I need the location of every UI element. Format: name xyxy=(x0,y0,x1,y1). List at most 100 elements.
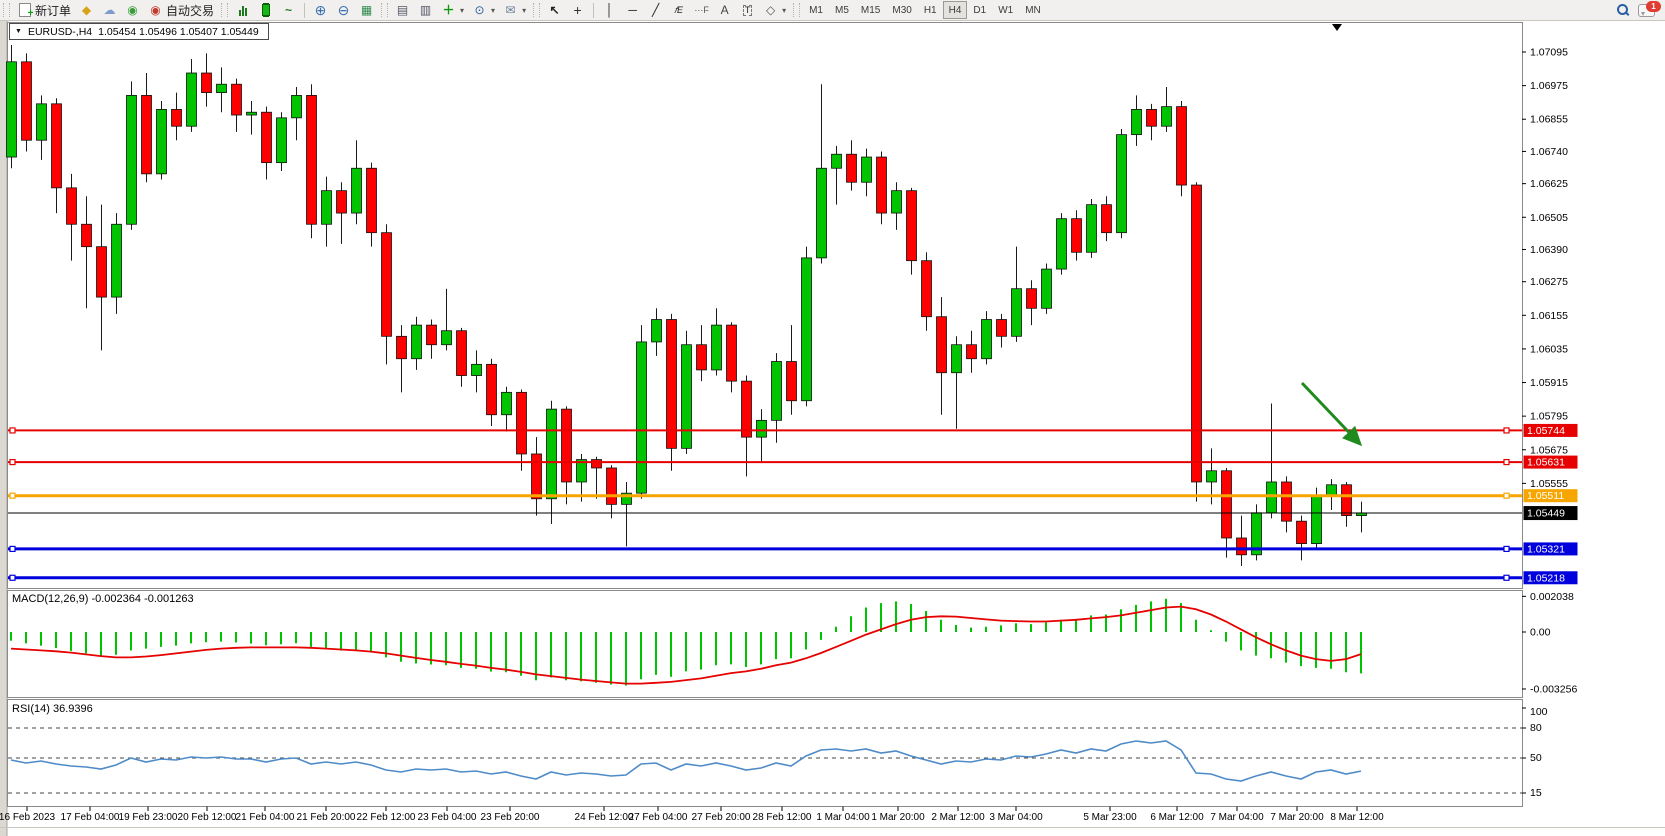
timeframe-label: M1 xyxy=(809,5,823,16)
fibonacci-tool-button[interactable]: ⋯F xyxy=(690,0,713,20)
equidistant-channel-button[interactable]: 𝑓E xyxy=(667,0,690,20)
macd-tick-label: -0.003256 xyxy=(1530,683,1577,695)
tab-timeframe-h4[interactable]: H4 xyxy=(943,1,968,19)
timeframe-label: MN xyxy=(1025,5,1041,16)
bar-chart-mode-button[interactable] xyxy=(231,0,254,20)
template-button[interactable]: ✉ ▾ xyxy=(499,0,530,20)
tile-windows-button[interactable]: ▦ xyxy=(355,0,378,20)
new-order-icon: + xyxy=(17,3,32,18)
time-tick-label: 21 Feb 20:00 xyxy=(297,812,356,823)
price-tick-label: 1.06975 xyxy=(1530,80,1568,92)
bar-chart-icon xyxy=(235,5,250,16)
chart-shift-button[interactable]: ▥ xyxy=(414,0,437,20)
period-button[interactable]: ⊙ ▾ xyxy=(468,0,499,20)
new-order-label: 新订单 xyxy=(35,2,71,19)
auto-scroll-icon: ▤ xyxy=(395,3,410,18)
auto-trading-button[interactable]: ◉ 自动交易 xyxy=(144,0,218,20)
trendline-icon: ╱ xyxy=(648,3,663,18)
crosshair-tool-button[interactable]: + xyxy=(566,0,589,20)
time-tick-label: 27 Feb 04:00 xyxy=(629,812,688,823)
rsi-tick-label: 80 xyxy=(1530,722,1542,734)
tab-timeframe-mn[interactable]: MN xyxy=(1019,1,1047,19)
price-badge-label: 1.05218 xyxy=(1527,572,1565,584)
signals-button[interactable]: ◉ xyxy=(121,0,144,20)
line-handle xyxy=(1504,460,1509,465)
horizontal-line-icon: ─ xyxy=(625,3,640,18)
candle-chart-mode-button[interactable] xyxy=(254,0,277,20)
add-indicator-icon: ＋ xyxy=(441,3,456,18)
line-handle xyxy=(1504,428,1509,433)
toolbar-grip[interactable] xyxy=(221,3,228,17)
timeframe-label: H1 xyxy=(924,5,937,16)
time-tick-label: 6 Mar 12:00 xyxy=(1150,812,1204,823)
price-tick-label: 1.05795 xyxy=(1530,411,1568,423)
auto-scroll-button[interactable]: ▤ xyxy=(391,0,414,20)
template-icon: ✉ xyxy=(503,3,518,18)
price-tick-label: 1.06740 xyxy=(1530,146,1568,158)
chart-title-box[interactable]: ▼ EURUSD-,H4 1.05454 1.05496 1.05407 1.0… xyxy=(9,23,269,40)
vertical-line-tool-button[interactable]: │ xyxy=(598,0,621,20)
notifications-button[interactable]: 1 xyxy=(1638,4,1655,17)
main-toolbar: + 新订单 ◆ ☁ ◉ ◉ 自动交易 ~ ⊕ ⊖ xyxy=(0,0,1665,21)
time-tick-label: 2 Mar 12:00 xyxy=(931,812,985,823)
time-tick-label: 23 Feb 20:00 xyxy=(481,812,540,823)
chevron-down-icon: ▾ xyxy=(491,6,495,15)
zoom-out-icon: ⊖ xyxy=(336,3,351,18)
toolbar-grip[interactable] xyxy=(381,3,388,17)
trendline-tool-button[interactable]: ╱ xyxy=(644,0,667,20)
tab-timeframe-m5[interactable]: M5 xyxy=(829,1,855,19)
signal-broadcast-icon: ◉ xyxy=(125,3,140,18)
market-depth-button[interactable]: ◆ xyxy=(75,0,98,20)
tab-timeframe-h1[interactable]: H1 xyxy=(918,1,943,19)
price-tick-label: 1.06035 xyxy=(1530,343,1568,355)
zoom-out-button[interactable]: ⊖ xyxy=(332,0,355,20)
mt4-window: + 新订单 ◆ ☁ ◉ ◉ 自动交易 ~ ⊕ ⊖ xyxy=(0,0,1665,836)
price-badge-label: 1.05511 xyxy=(1527,490,1564,502)
line-handle xyxy=(10,546,15,551)
notification-badge: 1 xyxy=(1646,1,1661,12)
cursor-tool-button[interactable]: ↖ xyxy=(543,0,566,20)
community-button[interactable]: ☁ xyxy=(98,0,121,20)
chevron-down-icon: ▾ xyxy=(460,6,464,15)
gold-diamond-icon: ◆ xyxy=(79,3,94,18)
price-tick-label: 1.07095 xyxy=(1530,47,1568,59)
new-order-button[interactable]: + 新订单 xyxy=(13,0,75,20)
macd-label: MACD(12,26,9) -0.002364 -0.001263 xyxy=(12,593,194,605)
line-handle xyxy=(10,428,15,433)
time-tick-label: 7 Mar 20:00 xyxy=(1270,812,1324,823)
line-chart-mode-button[interactable]: ~ xyxy=(277,0,300,20)
price-tick-label: 1.06625 xyxy=(1530,178,1568,190)
time-tick-label: 21 Feb 04:00 xyxy=(236,812,295,823)
time-tick-label: 23 Feb 04:00 xyxy=(418,812,477,823)
toolbar-grip[interactable] xyxy=(793,3,800,17)
zoom-in-button[interactable]: ⊕ xyxy=(309,0,332,20)
time-tick-label: 16 Feb 2023 xyxy=(0,812,56,823)
shapes-icon: ◇ xyxy=(763,3,778,18)
chevron-down-icon: ▾ xyxy=(522,6,526,15)
line-handle xyxy=(10,575,15,580)
zoom-in-icon: ⊕ xyxy=(313,3,328,18)
chevron-down-icon: ▾ xyxy=(782,6,786,15)
tab-timeframe-d1[interactable]: D1 xyxy=(967,1,992,19)
timeframe-label: M15 xyxy=(861,5,880,16)
price-badge-label: 1.05449 xyxy=(1527,508,1565,520)
search-button[interactable] xyxy=(1617,4,1628,16)
add-indicator-button[interactable]: ＋ ▾ xyxy=(437,0,468,20)
tab-timeframe-w1[interactable]: W1 xyxy=(992,1,1019,19)
horizontal-line-tool-button[interactable]: ─ xyxy=(621,0,644,20)
tab-timeframe-m15[interactable]: M15 xyxy=(855,1,886,19)
tab-timeframe-m1[interactable]: M1 xyxy=(803,1,829,19)
timeframe-label: M30 xyxy=(892,5,911,16)
text-label-tool-button[interactable]: T xyxy=(736,0,759,20)
arrows-tool-button[interactable]: ◇ ▾ xyxy=(759,0,790,20)
clock-icon: ⊙ xyxy=(472,3,487,18)
tab-timeframe-m30[interactable]: M30 xyxy=(886,1,917,19)
text-tool-button[interactable]: A xyxy=(713,0,736,20)
chart-canvas[interactable]: 1.070951.069751.068551.067401.066251.065… xyxy=(0,0,1665,836)
toolbar-grip[interactable] xyxy=(3,3,10,17)
time-tick-label: 5 Mar 23:00 xyxy=(1083,812,1137,823)
price-tick-label: 1.06390 xyxy=(1530,244,1568,256)
toolbar-grip[interactable] xyxy=(533,3,540,17)
chart-ohlc-values: 1.05454 1.05496 1.05407 1.05449 xyxy=(98,26,259,38)
chart-symbol-timeframe: EURUSD-,H4 xyxy=(28,26,92,38)
